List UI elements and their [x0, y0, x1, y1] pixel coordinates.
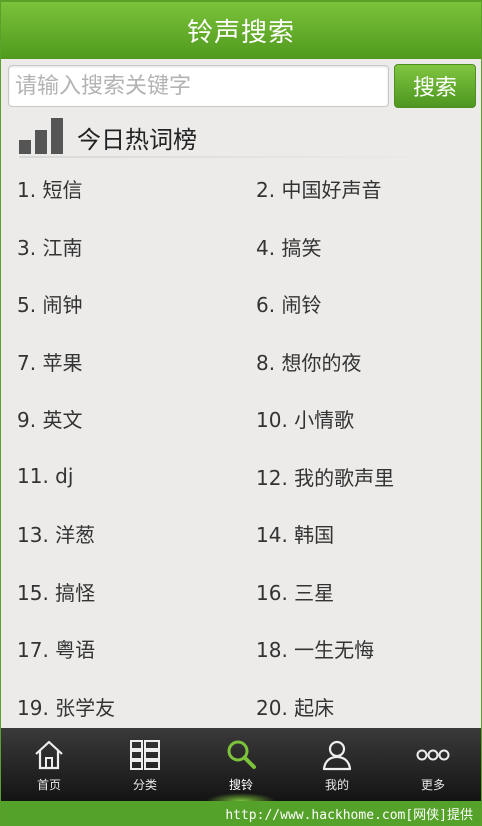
- hot-word-item[interactable]: 2. 中国好声音: [256, 160, 381, 217]
- active-indicator: [206, 793, 276, 801]
- hot-words-title: 今日热词榜: [77, 126, 197, 154]
- search-icon: [227, 740, 256, 769]
- hot-word-item[interactable]: 13. 洋葱: [17, 505, 95, 562]
- hot-word-item[interactable]: 8. 想你的夜: [256, 333, 361, 390]
- hot-word-item[interactable]: 17. 粤语: [17, 620, 95, 677]
- app-header: 铃声搜索: [1, 0, 481, 59]
- hot-word-item[interactable]: 10. 小情歌: [256, 390, 354, 447]
- divider: [19, 156, 443, 158]
- page-title: 铃声搜索: [186, 18, 295, 48]
- hot-word-item[interactable]: 20. 起床: [256, 678, 334, 735]
- nav-label-mine: 我的: [324, 778, 349, 792]
- home-icon: [35, 740, 63, 770]
- search-button[interactable]: 搜索: [394, 64, 476, 108]
- search-input[interactable]: [8, 65, 389, 107]
- hot-words-header: 今日热词榜: [1, 114, 481, 160]
- nav-item-category[interactable]: 分类: [97, 728, 193, 801]
- hot-words-list: 1. 短信 2. 中国好声音 3. 江南 4. 搞笑 5. 闹钟 6. 闹铃 7. 苹果 8.…: [1, 160, 481, 728]
- hot-word-item[interactable]: 4. 搞笑: [256, 218, 321, 275]
- hot-word-item[interactable]: 6. 闹铃: [256, 275, 321, 332]
- nav-item-search[interactable]: 搜铃: [193, 728, 289, 801]
- nav-item-more[interactable]: 更多: [385, 728, 481, 801]
- bottom-nav: 首页 分类 搜铃 我的 更多: [1, 728, 481, 801]
- hot-word-item[interactable]: 11. dj: [17, 448, 73, 505]
- nav-label-search: 搜铃: [228, 778, 253, 792]
- nav-label-category: 分类: [132, 778, 157, 792]
- hot-word-item[interactable]: 7. 苹果: [17, 333, 82, 390]
- nav-item-home[interactable]: 首页: [1, 728, 97, 801]
- search-bar: 搜索: [1, 59, 481, 114]
- nav-label-home: 首页: [36, 778, 61, 792]
- hot-word-item[interactable]: 3. 江南: [17, 218, 82, 275]
- hot-word-item[interactable]: 16. 三星: [256, 563, 334, 620]
- user-icon: [322, 740, 352, 771]
- hot-word-item[interactable]: 15. 搞怪: [17, 563, 95, 620]
- hot-word-item[interactable]: 9. 英文: [17, 390, 82, 447]
- watermark-footer: http://www.hackhome.com[网侠]提供: [1, 801, 481, 826]
- hot-word-item[interactable]: 18. 一生无悔: [256, 620, 374, 677]
- watermark-text: http://www.hackhome.com[网侠]提供: [225, 808, 473, 823]
- hot-word-item[interactable]: 14. 韩国: [256, 505, 334, 562]
- nav-item-mine[interactable]: 我的: [289, 728, 385, 801]
- nav-label-more: 更多: [420, 778, 445, 792]
- hot-word-item[interactable]: 5. 闹钟: [17, 275, 82, 332]
- grid-list-icon: [130, 740, 160, 770]
- more-icon: [416, 749, 450, 761]
- bar-chart-icon: [19, 118, 63, 154]
- hot-word-item[interactable]: 19. 张学友: [17, 678, 115, 735]
- hot-word-item[interactable]: 12. 我的歌声里: [256, 448, 394, 505]
- hot-word-item[interactable]: 1. 短信: [17, 160, 82, 217]
